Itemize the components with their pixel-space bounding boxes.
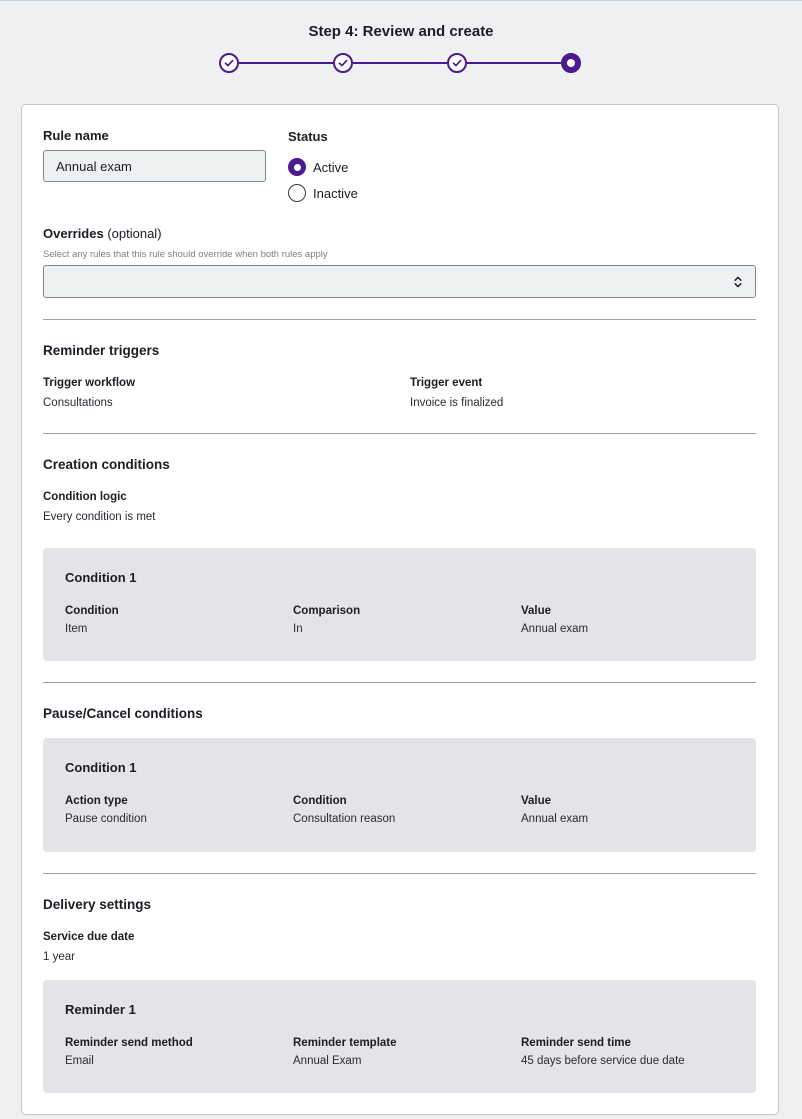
overrides-select[interactable]: [43, 265, 756, 298]
column-value: Item: [65, 623, 88, 635]
column-label: Reminder send method: [65, 1037, 193, 1049]
radio-unselected-icon: [288, 184, 306, 202]
comparison-column: Comparison In: [293, 605, 360, 635]
column-label: Condition: [293, 795, 347, 807]
condition-column: Condition Item: [65, 605, 119, 635]
overrides-label: Overrides (optional): [43, 226, 162, 241]
column-value: Annual Exam: [293, 1055, 362, 1067]
condition-column: Condition Consultation reason: [293, 795, 395, 825]
creation-conditions-title: Creation conditions: [43, 457, 170, 472]
review-card: Rule name Annual exam Status Active Inac…: [21, 104, 779, 1115]
column-label: Value: [521, 795, 552, 807]
section-divider: [43, 873, 756, 874]
condition-logic-value: Every condition is met: [43, 511, 156, 523]
step-connector: [353, 62, 447, 64]
rule-name-input[interactable]: Annual exam: [43, 150, 266, 182]
column-label: Condition: [65, 605, 119, 617]
section-divider: [43, 682, 756, 683]
rule-name-value: Annual exam: [56, 158, 132, 174]
trigger-event-label: Trigger event: [410, 377, 483, 389]
section-divider: [43, 433, 756, 434]
step-2-check-icon: [333, 53, 353, 73]
column-value: Consultation reason: [293, 813, 396, 825]
delivery-settings-title: Delivery settings: [43, 897, 152, 912]
action-type-column: Action type Pause condition: [65, 795, 147, 825]
step-1-check-icon: [219, 53, 239, 73]
status-option-label: Active: [313, 159, 349, 175]
trigger-workflow-label: Trigger workflow: [43, 377, 136, 389]
column-value: Email: [65, 1055, 94, 1067]
reminder-triggers-title: Reminder triggers: [43, 343, 160, 358]
select-chevron-icon: [734, 276, 742, 288]
status-radio-inactive[interactable]: Inactive: [288, 184, 358, 202]
trigger-workflow-value: Consultations: [43, 397, 113, 409]
send-time-column: Reminder send time 45 days before servic…: [521, 1037, 685, 1067]
condition-title: Condition 1: [65, 570, 137, 585]
service-due-date-label: Service due date: [43, 931, 135, 943]
column-value: Annual exam: [521, 813, 589, 825]
status-radio-active[interactable]: Active: [288, 158, 348, 176]
value-column: Value Annual exam: [521, 605, 588, 635]
pause-condition-panel: Condition 1 Action type Pause condition …: [43, 738, 756, 852]
radio-selected-icon: [288, 158, 306, 176]
column-value: 45 days before service due date: [521, 1055, 685, 1067]
step-3-check-icon: [447, 53, 467, 73]
progress-stepper: [219, 53, 582, 73]
status-option-label: Inactive: [313, 185, 358, 201]
value-column: Value Annual exam: [521, 795, 588, 825]
pause-cancel-title: Pause/Cancel conditions: [43, 706, 203, 721]
reminder-panel: Reminder 1 Reminder send method Email Re…: [43, 980, 756, 1093]
condition-logic-label: Condition logic: [43, 491, 127, 503]
reminder-title: Reminder 1: [65, 1002, 136, 1017]
column-label: Reminder template: [293, 1037, 397, 1049]
column-value: Pause condition: [65, 813, 147, 825]
column-label: Value: [521, 605, 552, 617]
condition-title: Condition 1: [65, 760, 137, 775]
status-label: Status: [288, 129, 328, 144]
overrides-hint: Select any rules that this rule should o…: [43, 249, 328, 260]
optional-tag: (optional): [107, 226, 162, 241]
top-border: [0, 0, 802, 1]
step-title: Step 4: Review and create: [308, 23, 494, 40]
template-column: Reminder template Annual Exam: [293, 1037, 397, 1067]
creation-condition-panel: Condition 1 Condition Item Comparison In…: [43, 548, 756, 661]
section-divider: [43, 319, 756, 320]
rule-name-label: Rule name: [43, 128, 109, 143]
column-label: Action type: [65, 795, 128, 807]
column-value: Annual exam: [521, 623, 589, 635]
overrides-title: Overrides: [43, 226, 104, 241]
step-connector: [467, 62, 561, 64]
step-connector: [239, 62, 333, 64]
column-label: Comparison: [293, 605, 361, 617]
step-4-current-dot-icon: [561, 53, 581, 73]
service-due-date-value: 1 year: [43, 951, 75, 963]
column-value: In: [293, 623, 303, 635]
send-method-column: Reminder send method Email: [65, 1037, 193, 1067]
trigger-event-value: Invoice is finalized: [410, 397, 504, 409]
column-label: Reminder send time: [521, 1037, 631, 1049]
